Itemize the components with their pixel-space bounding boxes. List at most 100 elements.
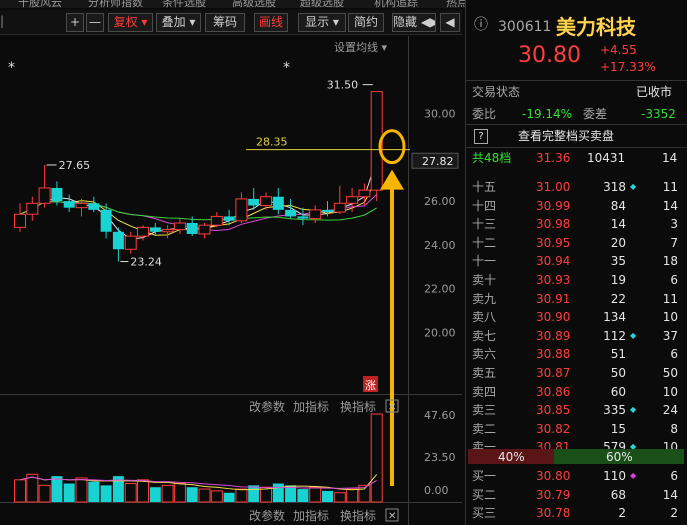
overlay-dropdown[interactable]: 叠加 ▾ bbox=[156, 13, 201, 32]
level-volume: 68 bbox=[610, 487, 626, 502]
level-volume: 51 bbox=[610, 347, 626, 362]
volume-bar bbox=[137, 479, 149, 503]
level-volume: 60 bbox=[610, 384, 626, 399]
candle-body bbox=[38, 187, 51, 204]
volume-bar bbox=[235, 488, 248, 503]
volume-bar bbox=[297, 489, 309, 502]
level-label: 十五 bbox=[472, 180, 497, 194]
price-axis-label: 30.00 bbox=[424, 108, 456, 121]
level-price: 30.98 bbox=[536, 217, 571, 232]
total-levels-label: 共48档 bbox=[472, 151, 512, 165]
back-icon[interactable]: | bbox=[0, 13, 10, 32]
total-count: 14 bbox=[662, 151, 678, 165]
candle-body bbox=[210, 215, 223, 226]
star-marker: * bbox=[283, 60, 290, 76]
candle-body bbox=[235, 198, 248, 222]
top-menu-item[interactable]: 十股风云 bbox=[18, 0, 62, 8]
candle-body bbox=[297, 216, 309, 219]
candle-body bbox=[223, 216, 235, 221]
level-label: 买三 bbox=[472, 506, 497, 521]
level-label: 卖五 bbox=[472, 366, 497, 380]
volume-bar bbox=[333, 492, 346, 503]
fuquan-dropdown[interactable]: 复权 ▾ bbox=[108, 13, 153, 32]
level-count: 2 bbox=[670, 506, 678, 521]
weicha-value: -3352 bbox=[641, 107, 676, 121]
candle-body bbox=[26, 202, 39, 215]
volume-bar bbox=[100, 485, 112, 502]
annotation-arrow-head bbox=[380, 169, 404, 190]
candle-body bbox=[161, 229, 174, 233]
full-depth-link[interactable]: 查看完整档买卖盘 bbox=[518, 129, 614, 143]
level-price: 30.88 bbox=[536, 347, 571, 362]
simple-button[interactable]: 简约 bbox=[348, 13, 384, 32]
chips-button[interactable]: 筹码 bbox=[205, 13, 245, 32]
level-volume: 19 bbox=[610, 273, 626, 287]
chart-toolbar: | + — 复权 ▾ 叠加 ▾ 筹码 画线 显示 ▾ 简约 隐藏 ◀▶ ◀ bbox=[0, 10, 462, 35]
level-volume: 2 bbox=[618, 506, 626, 521]
info-icon[interactable]: ⓘ bbox=[474, 18, 488, 32]
reference-line-label: 28.35 bbox=[256, 136, 288, 149]
top-menu-item[interactable]: 分析师指数 bbox=[88, 0, 143, 8]
candle-body bbox=[333, 202, 346, 213]
volume-bar bbox=[173, 483, 186, 503]
level-count: 24 bbox=[662, 403, 678, 418]
level-price: 30.79 bbox=[536, 487, 571, 502]
zoom-out-button[interactable]: — bbox=[86, 13, 104, 32]
volume-bar bbox=[272, 483, 284, 502]
volume-series bbox=[14, 413, 383, 503]
level-price: 30.78 bbox=[536, 506, 571, 521]
kline-chart-area[interactable]: 30.00 26.00 24.00 22.00 20.00 设置均线 ▾ * * 27.65 23… bbox=[0, 36, 462, 525]
candle-body bbox=[100, 209, 112, 232]
volume-axis-label: 0.00 bbox=[424, 484, 449, 497]
level-price: 30.82 bbox=[536, 421, 571, 436]
volume-bar bbox=[63, 483, 75, 502]
volume-bar bbox=[161, 484, 174, 503]
display-dropdown[interactable]: 显示 ▾ bbox=[298, 13, 346, 32]
last-price: 30.80 bbox=[518, 43, 581, 68]
level-indicator-icon: ◆ bbox=[630, 330, 637, 340]
kline-chart[interactable]: 30.00 26.00 24.00 22.00 20.00 设置均线 ▾ * * 27.65 23… bbox=[0, 36, 462, 525]
star-marker: * bbox=[8, 60, 15, 76]
switch-indicator-link: 换指标 bbox=[340, 508, 376, 523]
volume-bar bbox=[223, 492, 235, 502]
top-menu-item[interactable]: 超级选股 bbox=[300, 0, 344, 8]
volume-bar bbox=[14, 479, 26, 503]
top-menu-item[interactable]: 高级选股 bbox=[232, 0, 276, 8]
level-volume: 15 bbox=[610, 421, 626, 436]
candlestick-series bbox=[14, 91, 383, 262]
hide-button[interactable]: 隐藏 ◀▶ bbox=[392, 13, 436, 32]
volume-bar bbox=[26, 473, 39, 503]
level-count: 6 bbox=[670, 469, 678, 483]
trade-status-label: 交易状态 bbox=[472, 85, 521, 99]
level-label: 卖三 bbox=[472, 403, 497, 418]
level-count: 8 bbox=[670, 421, 678, 436]
volume-bar bbox=[322, 490, 333, 502]
level-label: 卖八 bbox=[472, 310, 497, 325]
candle-body bbox=[285, 209, 297, 217]
level-price: 30.99 bbox=[536, 198, 571, 213]
level-price: 30.95 bbox=[536, 235, 571, 250]
volume-bar bbox=[38, 484, 51, 503]
help-icon[interactable]: ? bbox=[474, 129, 488, 144]
level-price: 30.90 bbox=[536, 310, 571, 325]
volume-bar bbox=[210, 490, 223, 503]
quote-panel: ⓘ 300611 美力科技 30.80 +4.55 +17.33% 交易状态 已… bbox=[465, 0, 687, 525]
candle-body bbox=[248, 198, 260, 206]
draw-line-button[interactable]: 画线 bbox=[254, 13, 288, 32]
candle-body bbox=[186, 223, 198, 234]
collapse-panel-button[interactable]: ◀ bbox=[440, 13, 460, 32]
zoom-in-button[interactable]: + bbox=[66, 13, 84, 32]
candle-body bbox=[51, 187, 63, 202]
level-count: 11 bbox=[662, 180, 678, 194]
candle-body bbox=[137, 226, 149, 237]
top-menu-item[interactable]: 机构追踪 bbox=[374, 0, 418, 8]
candle-body bbox=[124, 235, 137, 250]
volume-bar bbox=[346, 488, 359, 503]
level-volume: 112 bbox=[603, 328, 626, 343]
annotation-circle bbox=[378, 129, 406, 165]
level-label: 卖十 bbox=[472, 273, 497, 287]
volume-bar bbox=[149, 487, 161, 502]
top-menu-item[interactable]: 条件选股 bbox=[162, 0, 206, 8]
level-volume: 14 bbox=[610, 217, 626, 232]
candle-body bbox=[260, 196, 272, 206]
